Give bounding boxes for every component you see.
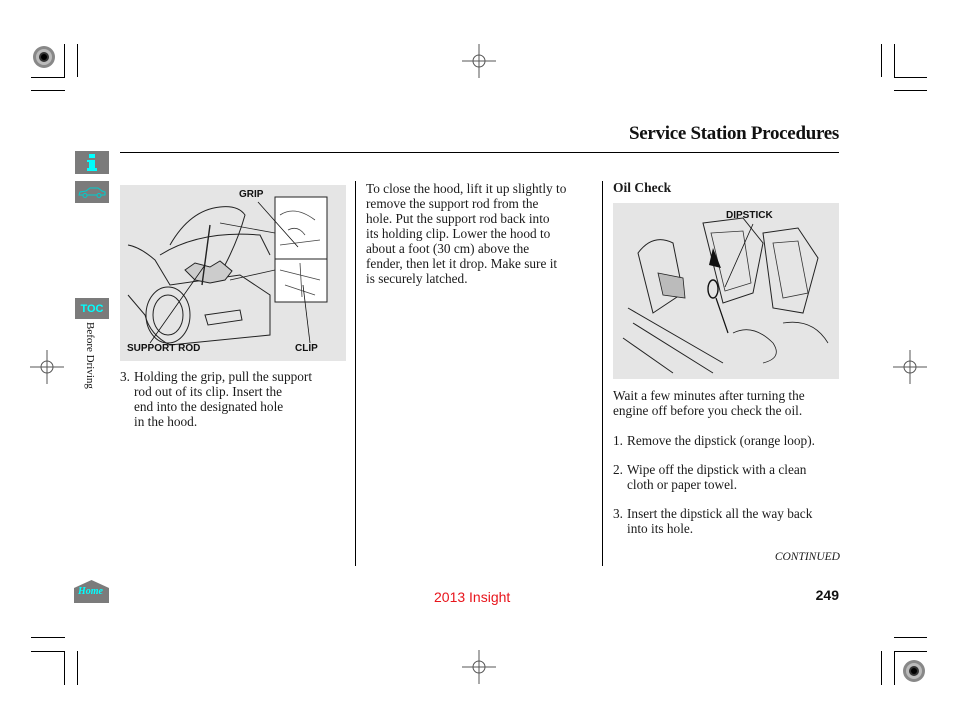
- paragraph-line: is securely latched.: [366, 271, 468, 286]
- step-number: 2.: [613, 462, 623, 477]
- crosshair-icon: [462, 44, 496, 78]
- info-icon: [87, 153, 97, 171]
- list-item: 3. Holding the grip, pull the support ro…: [120, 369, 350, 431]
- page-number: 249: [815, 587, 839, 603]
- paragraph-line: about a foot (30 cm) above the: [366, 241, 530, 256]
- step-line: Insert the dipstick all the way back: [627, 506, 813, 521]
- oil-check-intro: Wait a few minutes after turning the eng…: [613, 388, 843, 418]
- dipstick-figure: DIPSTICK: [613, 203, 839, 379]
- paragraph-line: hole. Put the support rod back into: [366, 211, 550, 226]
- step-line: Remove the dipstick (orange loop).: [627, 433, 815, 448]
- clip-label: CLIP: [295, 343, 318, 354]
- grip-label: GRIP: [239, 189, 264, 200]
- car-icon: [78, 187, 106, 198]
- paragraph-line: remove the support rod from the: [366, 196, 539, 211]
- dipstick-label: DIPSTICK: [726, 210, 773, 221]
- list-item: 2. Wipe off the dipstick with a clean cl…: [613, 462, 843, 494]
- step-number: 3.: [120, 369, 130, 384]
- column-divider: [602, 181, 603, 566]
- paragraph-line: its holding clip. Lower the hood to: [366, 226, 551, 241]
- registration-target-icon: [33, 46, 55, 68]
- paragraph-line: Wait a few minutes after turning the: [613, 388, 805, 403]
- step-line: cloth or paper towel.: [627, 477, 738, 492]
- home-button[interactable]: Home: [74, 580, 109, 603]
- home-label: Home: [78, 586, 103, 597]
- step-line: into its hole.: [627, 521, 694, 536]
- toc-label: TOC: [80, 302, 104, 315]
- paragraph-line: engine off before you check the oil.: [613, 403, 803, 418]
- page-title: Service Station Procedures: [629, 123, 839, 144]
- header-rule: [120, 152, 839, 153]
- registration-target-icon: [903, 660, 925, 682]
- step-line: Holding the grip, pull the support: [134, 369, 313, 384]
- model-name: 2013 Insight: [434, 589, 511, 605]
- continued-label: CONTINUED: [774, 551, 840, 563]
- paragraph-line: fender, then let it drop. Make sure it: [366, 256, 558, 271]
- support-rod-label: SUPPORT ROD: [127, 343, 201, 354]
- vehicle-index-button[interactable]: [75, 181, 109, 203]
- crosshair-icon: [893, 350, 927, 384]
- toc-button[interactable]: TOC: [75, 298, 109, 319]
- close-hood-paragraph: To close the hood, lift it up slightly t…: [366, 181, 601, 286]
- section-label: Before Driving: [84, 322, 96, 389]
- paragraph-line: To close the hood, lift it up slightly t…: [366, 181, 567, 196]
- section-heading: Oil Check: [613, 180, 672, 195]
- list-item: 1. Remove the dipstick (orange loop).: [613, 433, 843, 449]
- step-line: Wipe off the dipstick with a clean: [627, 462, 807, 477]
- step-line: end into the designated hole: [134, 399, 284, 414]
- step-number: 3.: [613, 506, 623, 521]
- crosshair-icon: [462, 650, 496, 684]
- list-item: 3. Insert the dipstick all the way back …: [613, 506, 843, 538]
- crosshair-icon: [30, 350, 64, 384]
- hood-support-figure: GRIP SUPPORT ROD CLIP: [120, 185, 346, 361]
- step-line: in the hood.: [134, 414, 198, 429]
- step-line: rod out of its clip. Insert the: [134, 384, 283, 399]
- step-number: 1.: [613, 433, 623, 448]
- column-divider: [355, 181, 356, 566]
- engine-illustration: [622, 217, 829, 374]
- info-button[interactable]: [75, 151, 109, 174]
- hood-illustration: [127, 196, 328, 346]
